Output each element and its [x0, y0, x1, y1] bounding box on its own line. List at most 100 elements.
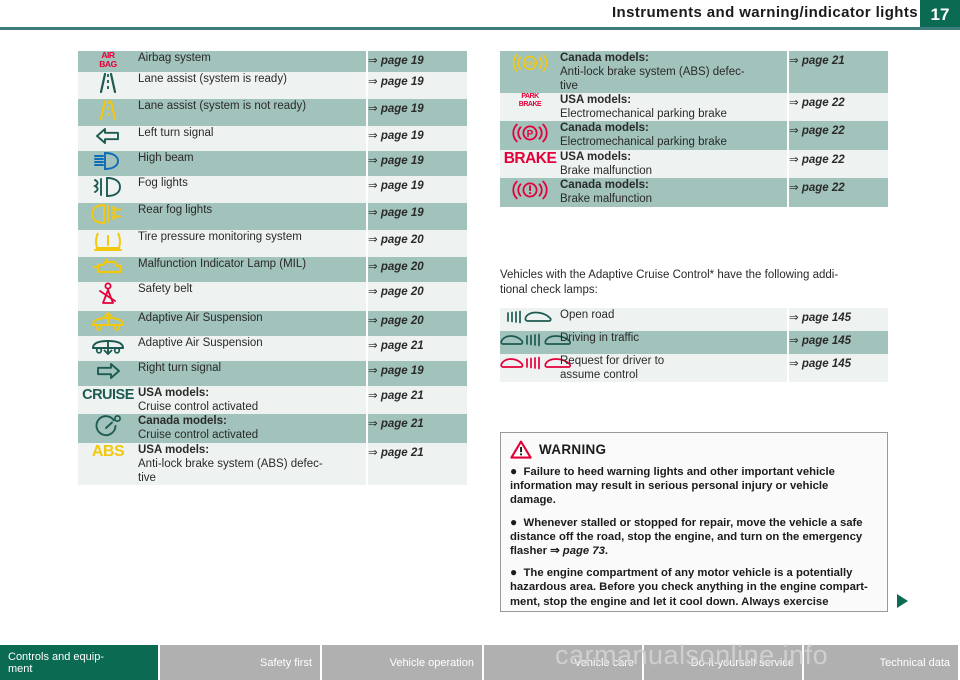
- table-row: AIR BAG Airbag system ⇒ page 19: [78, 51, 467, 72]
- page-ref-label: page 20: [380, 285, 424, 298]
- indicator-description-line2: Cruise control activated: [138, 400, 259, 413]
- airbag-icon: AIR BAG: [99, 50, 117, 69]
- footer-tab-label-line2: ment: [8, 662, 33, 675]
- page-reference[interactable]: ⇒ page 20: [366, 229, 467, 257]
- indicator-lights-table-left: AIR BAG Airbag system ⇒ page 19 Lane assist …: [78, 51, 467, 485]
- table-row: Safety belt ⇒ page 20: [78, 281, 467, 311]
- indicator-description: Adaptive Air Suspension: [138, 336, 367, 361]
- page-ref-label: page 20: [380, 260, 424, 273]
- page-reference[interactable]: ⇒ page 20: [366, 256, 467, 282]
- footer-tab-controls-and-equip-ment[interactable]: Controls and equip-ment: [0, 645, 160, 680]
- indicator-description: Malfunction Indicator Lamp (MIL): [138, 257, 367, 282]
- page-ref-label: page 20: [380, 314, 424, 327]
- indicator-description-line2: Brake malfunction: [560, 193, 653, 205]
- table-row: Canada models: Brake malfunction ⇒ page 22: [500, 178, 888, 207]
- warning-item-2-page-ref: page 73: [562, 545, 605, 558]
- indicator-description: Adaptive Air Suspension: [138, 311, 367, 336]
- page-reference[interactable]: ⇒ page 22: [787, 121, 888, 150]
- rear-fog-lights-icon: [78, 203, 138, 230]
- right-turn-signal-icon: [78, 361, 138, 386]
- page-reference[interactable]: ⇒ page 21: [787, 51, 888, 93]
- page-reference[interactable]: ⇒ page 21: [366, 413, 467, 443]
- page-reference[interactable]: ⇒ page 145: [787, 331, 888, 354]
- air-suspension-up-icon: [78, 311, 138, 336]
- table-row: Lane assist (system is not ready) ⇒ page …: [78, 98, 467, 126]
- indicator-description-line1: Adaptive Air Suspension: [138, 336, 263, 349]
- footer-tab-safety-first[interactable]: Safety first: [160, 645, 322, 680]
- indicator-description: High beam: [138, 151, 367, 176]
- indicator-description-line1: Canada models:: [138, 414, 227, 427]
- indicator-description: Driving in traffic: [560, 331, 788, 354]
- indicator-description-line1: Tire pressure monitoring system: [138, 230, 302, 243]
- footer-tab-technical-data[interactable]: Technical data: [804, 645, 960, 680]
- cruise-gauge-icon: [78, 414, 138, 443]
- indicator-description-line1: Left turn signal: [138, 126, 214, 139]
- page-ref-label: page 19: [380, 154, 424, 167]
- page-reference[interactable]: ⇒ page 20: [366, 281, 467, 311]
- brake-text-icon: BRAKE: [503, 150, 557, 167]
- next-page-arrow-icon[interactable]: [897, 594, 908, 608]
- footer-tab-label: Technical data: [879, 656, 950, 669]
- page-reference[interactable]: ⇒ page 21: [366, 385, 467, 414]
- page-ref-arrow-icon: ⇒: [368, 417, 378, 430]
- page-ref-arrow-icon: ⇒: [368, 285, 378, 298]
- page-ref-label: page 19: [380, 75, 424, 88]
- page-ref-label: page 19: [380, 102, 424, 115]
- acc-driving-traffic-icon: [500, 331, 572, 354]
- footer-tab-label: Vehicle operation: [389, 656, 474, 669]
- page-ref-label: page 21: [380, 417, 424, 430]
- page-ref-arrow-icon: ⇒: [368, 233, 378, 246]
- footer-tab-do-it-yourself-service[interactable]: Do-it-yourself service: [644, 645, 804, 680]
- page-reference[interactable]: ⇒ page 19: [366, 51, 467, 72]
- page-reference[interactable]: ⇒ page 22: [787, 93, 888, 121]
- page-reference[interactable]: ⇒ page 19: [366, 360, 467, 386]
- parking-brake-p-icon: P: [500, 121, 560, 150]
- table-row: Adaptive Air Suspension ⇒ page 21: [78, 335, 467, 361]
- footer-tab-vehicle-operation[interactable]: Vehicle operation: [322, 645, 484, 680]
- page-ref-arrow-icon: ⇒: [368, 314, 378, 327]
- footer-tab-vehicle-care[interactable]: Vehicle care: [484, 645, 644, 680]
- page-reference[interactable]: ⇒ page 19: [366, 150, 467, 176]
- page-reference[interactable]: ⇒ page 19: [366, 202, 467, 230]
- page-reference[interactable]: ⇒ page 22: [787, 178, 888, 207]
- page-ref-arrow-icon: ⇒: [368, 55, 378, 67]
- page-ref-label: page 19: [380, 179, 424, 192]
- warning-item-3: ● The engine compartment of any motor ve…: [510, 565, 877, 609]
- page-reference[interactable]: ⇒ page 21: [366, 335, 467, 361]
- indicator-description-line2: Cruise control activated: [138, 428, 259, 441]
- page-ref-label: page 145: [801, 312, 852, 324]
- page-reference[interactable]: ⇒ page 22: [787, 150, 888, 178]
- footer-tab-label: Controls and equip-: [8, 650, 105, 663]
- page-reference[interactable]: ⇒ page 145: [787, 354, 888, 382]
- indicator-description-line2: Brake malfunction: [560, 165, 653, 177]
- manual-page: Instruments and warning/indicator lights…: [0, 0, 960, 680]
- page-reference[interactable]: ⇒ page 145: [787, 308, 888, 331]
- table-row: Lane assist (system is ready) ⇒ page 19: [78, 71, 467, 99]
- indicator-description-line1: Canada models:: [560, 52, 649, 64]
- page-reference[interactable]: ⇒ page 19: [366, 125, 467, 151]
- indicator-description-line1: USA models:: [560, 94, 632, 106]
- table-row: ABS Canada models: Anti-lock brake system …: [500, 51, 888, 93]
- acc-open-road-icon: [500, 308, 560, 331]
- indicator-description: USA models: Cruise control activated: [138, 386, 367, 414]
- page-number-badge: 17: [920, 0, 960, 29]
- indicator-description: Lane assist (system is not ready): [138, 99, 367, 126]
- page-reference[interactable]: ⇒ page 19: [366, 98, 467, 126]
- page-ref-arrow-icon: ⇒: [368, 154, 378, 167]
- cruise-text-icon: CRUISE: [82, 386, 134, 403]
- page-reference[interactable]: ⇒ page 20: [366, 310, 467, 336]
- page-ref-arrow-icon: ⇒: [368, 179, 378, 192]
- page-ref-label: page 19: [380, 129, 424, 142]
- warning-item-1-text: Failure to heed warning lights and other…: [510, 466, 835, 507]
- table-row: Fog lights ⇒ page 19: [78, 175, 467, 203]
- page-reference[interactable]: ⇒ page 19: [366, 175, 467, 203]
- page-ref-arrow-icon: ⇒: [368, 260, 378, 273]
- page-ref-arrow-icon: ⇒: [368, 389, 378, 402]
- indicator-description-line2: Anti-lock brake system (ABS) defec-: [138, 457, 323, 470]
- fog-lights-icon: [78, 176, 138, 203]
- page-reference[interactable]: ⇒ page 21: [366, 442, 467, 485]
- page-reference[interactable]: ⇒ page 19: [366, 71, 467, 99]
- indicator-description: Canada models: Anti-lock brake system (AB…: [560, 51, 788, 93]
- indicator-description: USA models: Anti-lock brake system (ABS) …: [138, 443, 367, 485]
- indicator-description-line1: Driving in traffic: [560, 332, 640, 344]
